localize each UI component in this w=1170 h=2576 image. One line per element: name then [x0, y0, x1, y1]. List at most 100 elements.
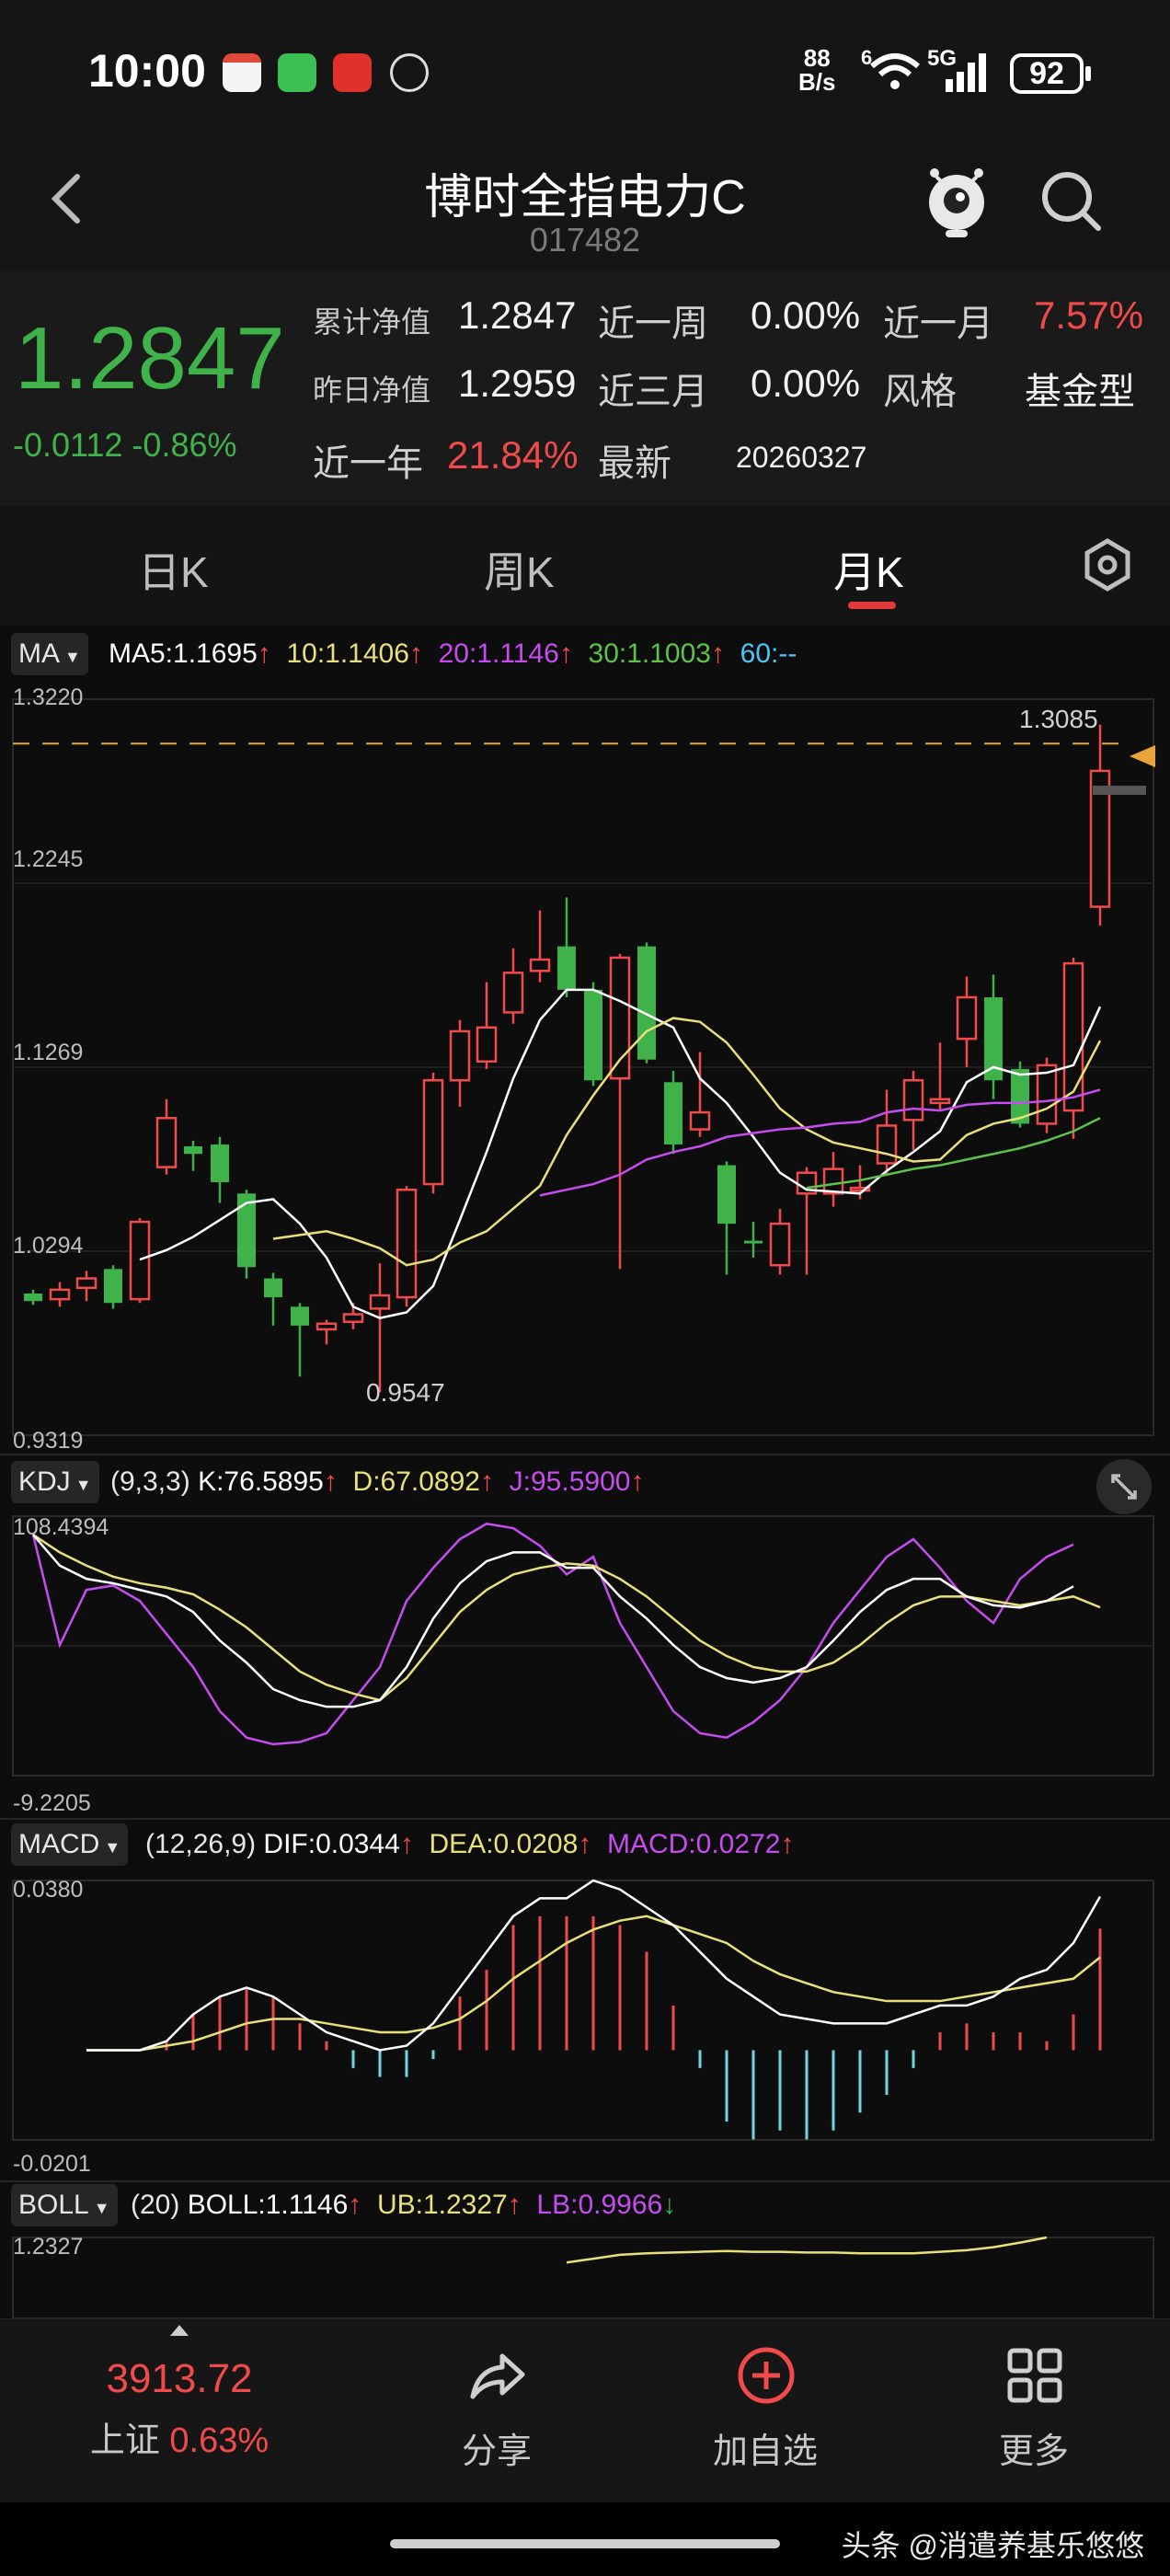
y-axis-max: 1.3220	[13, 684, 84, 710]
search-button[interactable]	[1034, 164, 1107, 237]
chart-settings-button[interactable]	[1078, 535, 1137, 594]
candle-body	[717, 1165, 736, 1225]
y-axis-2: 1.2245	[13, 846, 84, 872]
latest-date: 20260327	[736, 441, 867, 474]
candle-body	[155, 1117, 178, 1168]
tab-month-k[interactable]: 月K	[833, 539, 904, 600]
y-axis-4: 1.0294	[13, 1233, 84, 1259]
tab-day-k[interactable]: 日K	[138, 539, 209, 600]
kdj-chart[interactable]	[0, 1509, 1170, 1785]
candle-body	[529, 958, 551, 972]
candle-body	[822, 1167, 844, 1195]
ma30-value: 30:1.1003	[588, 638, 711, 669]
index-name-change: 上证 0.63%	[89, 2421, 270, 2460]
grid-icon	[1007, 2348, 1062, 2403]
candle-body	[637, 946, 656, 1060]
style-value: 基金型	[1025, 372, 1135, 412]
hand-icon	[390, 53, 429, 92]
candle-body	[476, 1026, 498, 1063]
y-axis-3: 1.1269	[13, 1040, 84, 1065]
candle-body	[449, 1029, 471, 1082]
macd-value: MACD:0.0272	[606, 1829, 781, 1859]
candle-body	[396, 1188, 418, 1299]
battery-tip	[1085, 66, 1091, 81]
index-value: 3913.72	[106, 2356, 253, 2401]
macd-selector[interactable]: MACD ▼	[11, 1823, 129, 1866]
robot-assistant-button[interactable]	[920, 160, 993, 243]
nav-header: 博时全指电力C 017482	[0, 138, 1170, 271]
cum-nav-value: 1.2847	[458, 293, 577, 337]
watermark: 头条 @消遣养基乐悠悠	[841, 2529, 1144, 2562]
kdj-selector[interactable]: KDJ ▼	[11, 1461, 99, 1503]
candle-body	[129, 1220, 151, 1301]
quarter-label: 近三月	[598, 372, 708, 412]
macd-legend: (12,26,9) DIF:0.0344↑ DEA:0.0208↑ MACD:0…	[145, 1829, 795, 1859]
wechat-icon	[278, 53, 316, 92]
prev-nav-value: 1.2959	[458, 362, 577, 405]
tab-week-k[interactable]: 周K	[484, 539, 555, 600]
macd-frame	[12, 1880, 1154, 2141]
macd-chart[interactable]	[0, 1873, 1170, 2149]
hexagon-settings-icon	[1084, 538, 1130, 592]
add-watchlist-button[interactable]: 加自选	[692, 2319, 839, 2503]
candle-body	[315, 1322, 338, 1331]
calendar-icon	[223, 53, 261, 92]
boll-y-max: 1.2327	[13, 2234, 84, 2260]
ma10-value: 10:1.1406	[286, 638, 409, 669]
kdj-k-value: K:76.5895	[198, 1466, 324, 1497]
kdj-y-max: 108.4394	[13, 1514, 109, 1540]
month-label: 近一月	[883, 304, 993, 344]
boll-chart[interactable]	[0, 2232, 1170, 2318]
candle-body	[237, 1193, 256, 1268]
home-indicator[interactable]	[390, 2539, 780, 2548]
active-tab-indicator	[848, 602, 896, 609]
week-label: 近一周	[598, 304, 708, 344]
candlestick-chart[interactable]	[0, 681, 1170, 1454]
search-icon	[1042, 172, 1101, 231]
latest-close-marker	[1093, 785, 1146, 795]
macd-dif-value: DIF:0.0344	[263, 1829, 400, 1859]
ma30-line	[806, 1117, 1101, 1190]
ma-legend: MA5:1.1695↑ 10:1.1406↑ 20:1.1146↑ 30:1.1…	[109, 638, 797, 669]
add-circle-icon	[738, 2347, 795, 2404]
year-label: 近一年	[313, 443, 423, 484]
expand-button[interactable]	[1096, 1459, 1152, 1514]
chart-area: MA ▼ MA5:1.1695↑ 10:1.1406↑ 20:1.1146↑ 3…	[0, 626, 1170, 2318]
macd-y-min: -0.0201	[13, 2151, 91, 2177]
candle-body	[929, 1098, 951, 1105]
candle-body	[49, 1288, 71, 1301]
candle-body	[422, 1079, 444, 1186]
macd-dea-value: DEA:0.0208	[429, 1829, 579, 1859]
candle-body	[769, 1222, 791, 1267]
share-button[interactable]: 分享	[423, 2319, 570, 2503]
current-price-marker-icon	[1130, 745, 1155, 767]
candle-body	[902, 1079, 924, 1121]
candle-body	[75, 1277, 98, 1290]
status-time: 10:00	[88, 45, 206, 97]
ma-selector[interactable]: MA ▼	[11, 633, 88, 675]
macd-y-max: 0.0380	[13, 1877, 84, 1903]
month-value: 7.57%	[1034, 293, 1144, 337]
kdj-y-min: -9.2205	[13, 1790, 91, 1816]
candle-body	[557, 946, 576, 990]
candle-body	[104, 1269, 122, 1304]
latest-label: 最新	[598, 443, 671, 484]
kdj_d-line	[32, 1534, 1101, 1702]
prev-nav-label: 昨日净值	[313, 374, 431, 407]
candle-body	[1062, 961, 1084, 1112]
caret-up-icon	[170, 2325, 189, 2336]
more-button[interactable]: 更多	[960, 2319, 1107, 2503]
kdj_j-line	[31, 1522, 1074, 1746]
candle-body	[342, 1313, 364, 1323]
share-icon	[470, 2353, 525, 2399]
page-title: 博时全指电力C	[424, 171, 746, 224]
period-tabs: 日K 周K 月K	[0, 506, 1170, 626]
index-ticker[interactable]: 3913.72 上证 0.63%	[37, 2319, 322, 2503]
panel-divider	[0, 1454, 1170, 1455]
expand-icon	[1111, 1474, 1137, 1500]
boll-selector[interactable]: BOLL ▼	[11, 2184, 118, 2226]
kdj-legend: (9,3,3) K:76.5895↑ D:67.0892↑ J:95.5900↑	[110, 1466, 645, 1497]
y-axis-min: 0.9319	[13, 1428, 84, 1454]
candle-body	[24, 1293, 42, 1302]
net-speed: 88 B/s	[798, 44, 836, 96]
